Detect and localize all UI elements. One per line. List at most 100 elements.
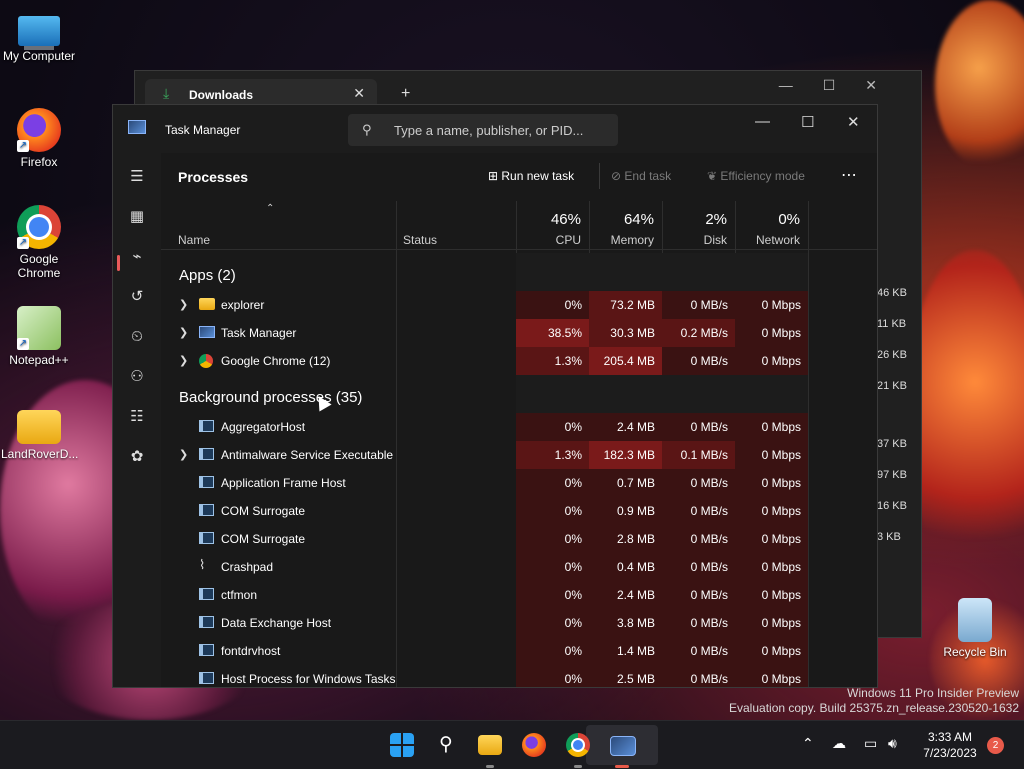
nav-users-icon[interactable]: ⚇ [125, 365, 149, 389]
chevron-up-icon[interactable]: ⌃ [802, 735, 814, 752]
desktop-icon-my-computer[interactable]: My Computer [1, 8, 77, 63]
process-row[interactable]: AggregatorHost 0% 2.4 MB 0 MB/s 0 Mbps [161, 413, 877, 441]
task-manager-taskbar-icon[interactable] [610, 736, 636, 756]
more-options-icon[interactable]: ⋯ [841, 165, 857, 185]
column-header-network[interactable]: 0% Network [735, 201, 808, 249]
task-manager-window[interactable]: Task Manager ⚲ Type a name, publisher, o… [112, 104, 878, 688]
memory-cell: 0.7 MB [589, 469, 662, 497]
process-row[interactable]: Data Exchange Host 0% 3.8 MB 0 MB/s 0 Mbps [161, 609, 877, 637]
nav-services-icon[interactable]: ✿ [125, 445, 149, 469]
nav-performance-icon[interactable]: ⌁ [125, 245, 149, 269]
column-header-disk[interactable]: 2% Disk [662, 201, 735, 249]
system-process-icon [199, 448, 214, 460]
process-name: Crashpad [221, 560, 274, 574]
process-row[interactable]: Host Process for Windows Tasks 0% 2.5 MB 0 … [161, 665, 877, 687]
cpu-cell: 0% [516, 609, 589, 637]
file-size: 11 KB [877, 318, 907, 330]
clock[interactable]: 3:33 AM 7/23/2023 [915, 729, 985, 761]
desktop-icon-label: Google Chrome [17, 252, 61, 280]
desktop-icon-notepadpp[interactable]: ↗ Notepad++ [1, 306, 77, 367]
column-header-memory[interactable]: 64% Memory [589, 201, 662, 249]
header-divider [161, 249, 877, 250]
hamburger-menu-icon[interactable]: ☰ [125, 165, 149, 189]
memory-cell: 2.4 MB [589, 581, 662, 609]
desktop-icon-label: Recycle Bin [943, 645, 1007, 659]
network-icon[interactable]: ▭ [864, 735, 877, 752]
process-row[interactable]: ❯ Antimalware Service Executable 1.3% 182.3… [161, 441, 877, 469]
end-task-button[interactable]: ⊘ End task [611, 169, 671, 183]
tab-title: Downloads [189, 88, 254, 102]
process-row[interactable]: ❯ Google Chrome (12) 1.3% 205.4 MB 0 MB/s 0 M… [161, 347, 877, 375]
cpu-cell: 0% [516, 291, 589, 319]
chrome-icon: ↗ [17, 205, 61, 249]
desktop-icon-firefox[interactable]: ↗ Firefox [1, 108, 77, 169]
process-name: COM Surrogate [221, 504, 306, 518]
network-cell: 0 Mbps [735, 665, 808, 687]
volume-icon[interactable]: 🔊︎ [888, 735, 897, 752]
expand-chevron-icon[interactable]: ❯ [179, 354, 188, 367]
expand-chevron-icon[interactable]: ❯ [179, 448, 188, 461]
memory-cell: 0.4 MB [589, 553, 662, 581]
sort-arrow-icon: ⌃ [266, 203, 275, 214]
desktop-icon-recycle-bin[interactable]: Recycle Bin [937, 598, 1013, 659]
efficiency-mode-button[interactable]: ❦ Efficiency mode [707, 169, 805, 183]
nav-app-history-icon[interactable]: ↺ [125, 285, 149, 309]
firefox-taskbar-icon[interactable] [522, 733, 546, 757]
process-name: Host Process for Windows Tasks [221, 672, 396, 686]
window-controls[interactable]: —☐✕ [779, 77, 907, 94]
desktop-icon-label: Firefox [20, 155, 58, 169]
clock-time: 3:33 AM [927, 730, 973, 744]
network-cell: 0 Mbps [735, 469, 808, 497]
column-header-name[interactable]: ⌃ Name [178, 201, 378, 249]
expand-chevron-icon[interactable]: ❯ [179, 326, 188, 339]
cpu-cell: 0% [516, 581, 589, 609]
system-process-icon [199, 672, 214, 684]
close-button[interactable]: ✕ [847, 113, 860, 131]
maximize-button[interactable]: ☐ [801, 113, 814, 131]
network-cell: 0 Mbps [735, 441, 808, 469]
nav-startup-icon[interactable]: ⏲ [125, 325, 149, 349]
file-explorer-icon[interactable] [478, 735, 502, 755]
process-row[interactable]: fontdrvhost 0% 1.4 MB 0 MB/s 0 Mbps [161, 637, 877, 665]
process-row[interactable]: ctfmon 0% 2.4 MB 0 MB/s 0 Mbps [161, 581, 877, 609]
processes-pane: Processes ⊞ Run new task ⊘ End task ❦ Ef… [161, 153, 877, 687]
process-row[interactable]: ⌇ Crashpad 0% 0.4 MB 0 MB/s 0 Mbps [161, 553, 877, 581]
process-row[interactable]: Application Frame Host 0% 0.7 MB 0 MB/s 0 Mb… [161, 469, 877, 497]
search-input[interactable]: ⚲ Type a name, publisher, or PID... [348, 114, 618, 146]
close-tab-icon[interactable]: ✕ [353, 85, 365, 102]
cpu-cell: 0% [516, 637, 589, 665]
cpu-cell: 0% [516, 525, 589, 553]
disk-cell: 0 MB/s [662, 497, 735, 525]
nav-processes-icon[interactable]: ▦ [125, 205, 149, 229]
run-new-task-button[interactable]: ⊞ Run new task [488, 169, 574, 183]
new-tab-button[interactable]: + [401, 85, 410, 103]
notification-badge[interactable]: 2 [987, 737, 1004, 754]
disk-cell: 0.1 MB/s [662, 441, 735, 469]
cloud-offline-icon[interactable]: ☁ [832, 735, 846, 752]
file-size: 21 KB [877, 380, 907, 392]
memory-cell: 3.8 MB [589, 609, 662, 637]
process-name: ctfmon [221, 588, 258, 602]
expand-chevron-icon[interactable]: ❯ [179, 298, 188, 311]
desktop-icon-chrome[interactable]: ↗ Google Chrome [1, 205, 77, 280]
system-process-icon [199, 616, 214, 628]
memory-cell: 2.5 MB [589, 665, 662, 687]
process-name: Google Chrome (12) [221, 354, 331, 368]
process-row[interactable]: COM Surrogate 0% 2.8 MB 0 MB/s 0 Mbps [161, 525, 877, 553]
column-header-cpu[interactable]: 46% CPU [516, 201, 589, 249]
process-row[interactable]: ❯ explorer 0% 73.2 MB 0 MB/s 0 Mbps [161, 291, 877, 319]
process-name: AggregatorHost [221, 420, 306, 434]
clock-date: 7/23/2023 [923, 746, 977, 760]
chrome-taskbar-icon[interactable] [566, 733, 590, 757]
desktop-icon-folder[interactable]: LandRoverD... [1, 404, 78, 461]
start-button[interactable] [390, 733, 414, 757]
process-row[interactable]: COM Surrogate 0% 0.9 MB 0 MB/s 0 Mbps [161, 497, 877, 525]
minimize-button[interactable]: — [755, 113, 770, 130]
file-size: 3 KB [877, 531, 901, 543]
title-bar[interactable]: Task Manager ⚲ Type a name, publisher, o… [113, 105, 877, 153]
column-header-status[interactable]: Status [403, 201, 503, 249]
process-row[interactable]: ❯ Task Manager 38.5% 30.3 MB 0.2 MB/s 0 Mbps [161, 319, 877, 347]
nav-details-icon[interactable]: ☷ [125, 405, 149, 429]
page-title: Processes [178, 169, 249, 185]
search-button[interactable]: ⚲ [434, 733, 458, 757]
